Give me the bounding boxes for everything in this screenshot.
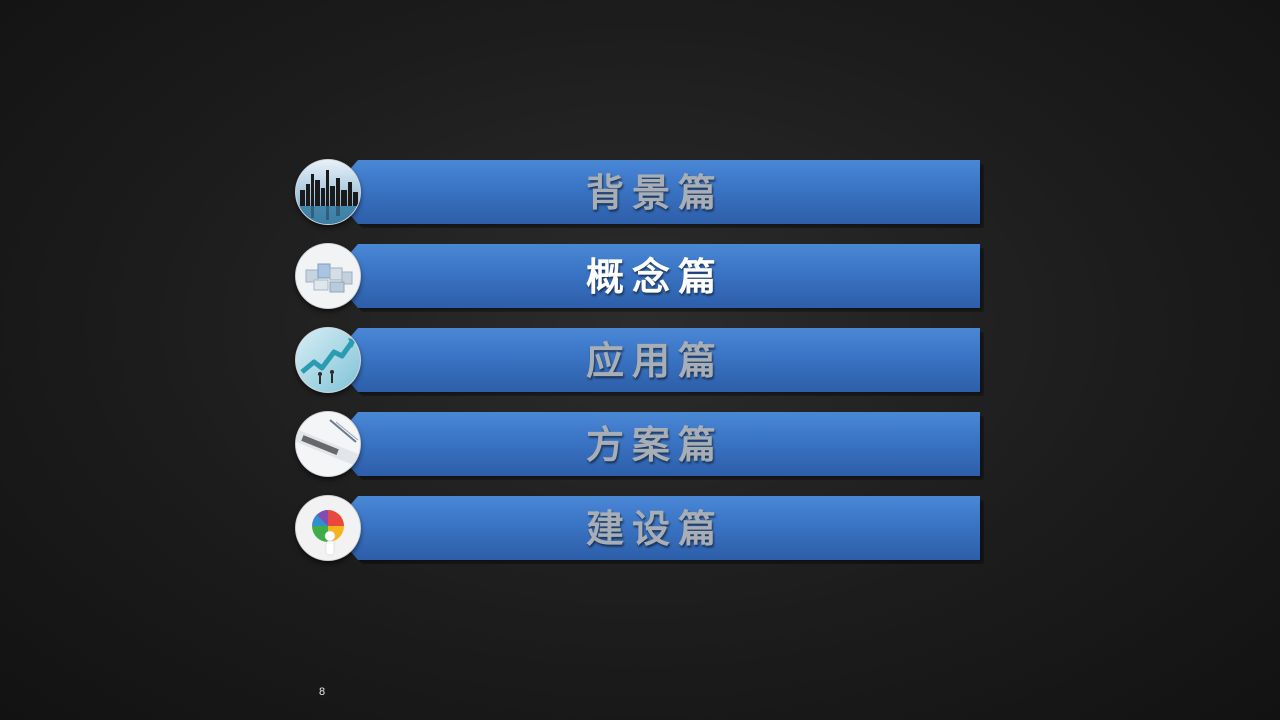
city-skyline-icon	[296, 160, 360, 224]
agenda-menu: 背景篇 概念篇 应用篇 方案篇 建设篇	[296, 160, 986, 580]
growth-arrow-icon	[296, 328, 360, 392]
agenda-item-solution[interactable]: 方案篇	[296, 412, 986, 480]
page-number: 8	[319, 686, 326, 698]
agenda-item-concept[interactable]: 概念篇	[296, 244, 986, 312]
puzzle-figure-icon	[296, 496, 360, 560]
agenda-item-construction[interactable]: 建设篇	[296, 496, 986, 564]
building-blocks-icon	[296, 244, 360, 308]
agenda-item-label: 应用篇	[585, 339, 724, 383]
agenda-item-label: 建设篇	[585, 507, 724, 551]
agenda-item-application[interactable]: 应用篇	[296, 328, 986, 396]
agenda-item-label: 方案篇	[585, 423, 724, 467]
agenda-item-label: 背景篇	[585, 171, 724, 215]
solution-document-icon	[296, 412, 360, 476]
agenda-item-background[interactable]: 背景篇	[296, 160, 986, 228]
agenda-item-label: 概念篇	[585, 255, 724, 299]
